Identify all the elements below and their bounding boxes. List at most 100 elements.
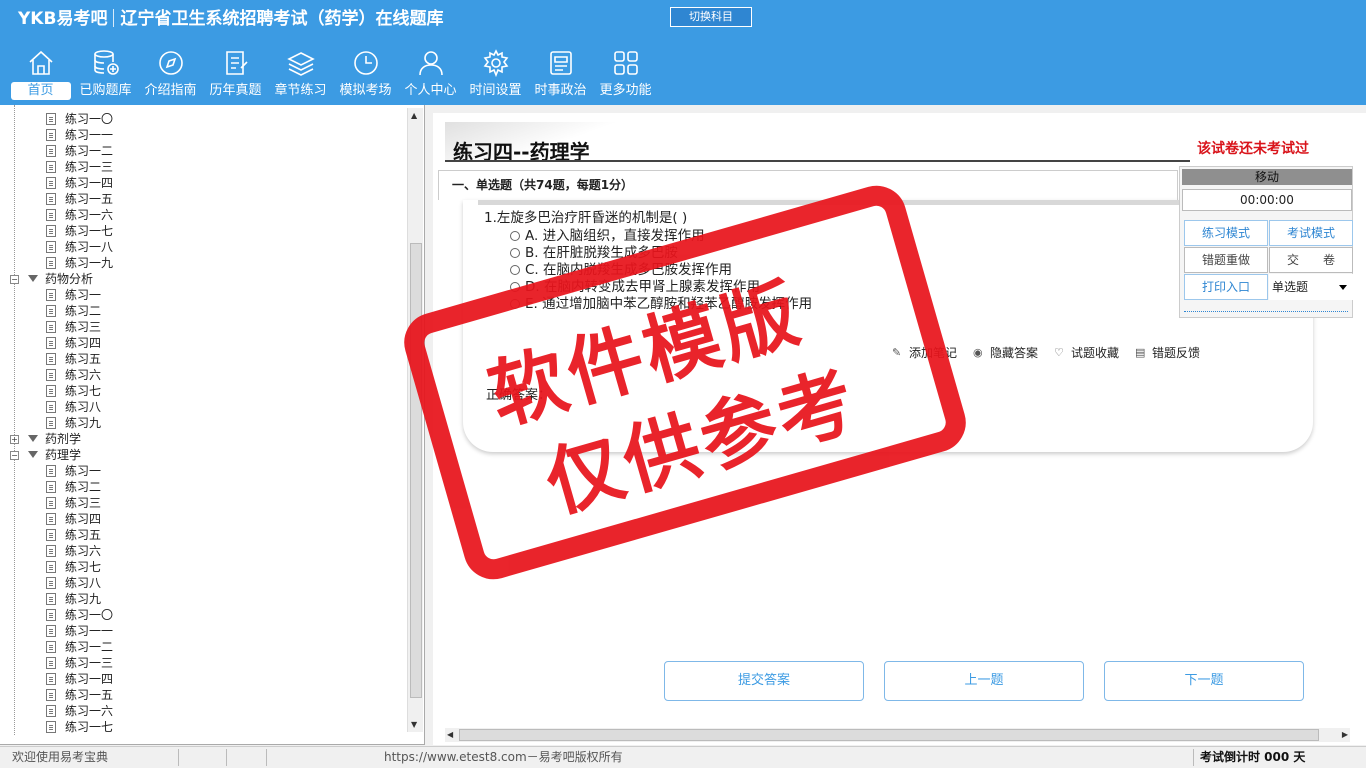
- nav-home[interactable]: 首页: [8, 48, 73, 104]
- nav-purchased[interactable]: 已购题库: [73, 48, 138, 104]
- document-icon: [46, 529, 56, 541]
- tree-label: 练习九: [65, 592, 102, 606]
- tree-item[interactable]: 练习八: [10, 399, 405, 415]
- tree-item[interactable]: 练习一一: [10, 127, 405, 143]
- add-note-button[interactable]: ✎ 添加笔记: [892, 344, 957, 361]
- database-icon: [93, 50, 119, 75]
- tree-item[interactable]: 练习二: [10, 479, 405, 495]
- tree-item[interactable]: 练习四: [10, 335, 405, 351]
- tree-item[interactable]: 练习一二: [10, 639, 405, 655]
- tree-label: 练习一三: [65, 160, 114, 174]
- document-icon: [46, 225, 56, 237]
- nav-current-affairs[interactable]: 时事政治: [528, 48, 593, 104]
- nav-past-exams[interactable]: 历年真题: [203, 48, 268, 104]
- tree-item[interactable]: 练习一九: [10, 255, 405, 271]
- folder-icon: [28, 451, 38, 458]
- print-button[interactable]: 打印入口: [1184, 274, 1268, 300]
- tree-item[interactable]: 练习一六: [10, 703, 405, 719]
- question-type-select[interactable]: 单选题: [1269, 274, 1353, 300]
- document-icon: [46, 257, 56, 269]
- exam-mode-button[interactable]: 考试模式: [1269, 220, 1353, 246]
- tree-item[interactable]: 练习一四: [10, 671, 405, 687]
- radio-icon[interactable]: [510, 231, 520, 241]
- prev-question-button[interactable]: 上一题: [884, 661, 1084, 701]
- tool-label: 隐藏答案: [990, 346, 1039, 360]
- home-icon: [28, 50, 53, 75]
- tree-item[interactable]: 练习一: [10, 463, 405, 479]
- content-scroll-thumb[interactable]: [459, 729, 1319, 741]
- option-e[interactable]: E. 通过增加脑中苯乙醇胺和羟苯乙醇胺发挥作用: [510, 292, 812, 312]
- tree-item[interactable]: 练习一一: [10, 623, 405, 639]
- tree-item[interactable]: 练习一七: [10, 223, 405, 239]
- scroll-left-icon[interactable]: ◀: [447, 730, 453, 739]
- tree-item[interactable]: 练习一七: [10, 719, 405, 735]
- tree-item[interactable]: 练习七: [10, 559, 405, 575]
- hide-answer-button[interactable]: ◉ 隐藏答案: [973, 344, 1038, 361]
- tree-item[interactable]: 练习一四: [10, 175, 405, 191]
- tree-item[interactable]: 练习一六: [10, 207, 405, 223]
- next-question-button[interactable]: 下一题: [1104, 661, 1304, 701]
- nav-guide[interactable]: 介绍指南: [138, 48, 203, 104]
- tree-category[interactable]: − 药理学: [10, 447, 405, 463]
- tree-item[interactable]: 练习一五: [10, 687, 405, 703]
- feedback-button[interactable]: ▤ 错题反馈: [1135, 344, 1200, 361]
- tree-item[interactable]: 练习八: [10, 575, 405, 591]
- tree-item[interactable]: 练习二: [10, 303, 405, 319]
- tree-item[interactable]: 练习一八: [10, 239, 405, 255]
- nav-label: 时事政治: [534, 83, 587, 98]
- tree-item[interactable]: 练习六: [10, 543, 405, 559]
- content-hscrollbar[interactable]: ◀ ▶: [445, 728, 1350, 742]
- tree-category[interactable]: + 药剂学: [10, 431, 405, 447]
- submit-paper-button[interactable]: 交 卷: [1269, 247, 1353, 273]
- section-title: 一、单选题（共74题，每题1分）: [452, 178, 634, 192]
- tree-item[interactable]: 练习九: [10, 415, 405, 431]
- favorite-button[interactable]: ♡ 试题收藏: [1054, 344, 1119, 361]
- app-header: YKB易考吧 辽宁省卫生系统招聘考试（药学）在线题库 切换科目 首页 已购题库 介…: [0, 0, 1366, 105]
- tree-item[interactable]: 练习九: [10, 591, 405, 607]
- chapter-tree: 练习一〇 练习一一 练习一二 练习一三 练习一四 练习一五 练习一六 练习一七 练习一八 练习一九…: [0, 105, 425, 745]
- tree-item[interactable]: 练习一二: [10, 143, 405, 159]
- tree-item[interactable]: 练习四: [10, 511, 405, 527]
- nav-mock-exam[interactable]: 模拟考场: [333, 48, 398, 104]
- scroll-up-icon[interactable]: ▲: [411, 111, 417, 120]
- nav-more[interactable]: 更多功能: [593, 48, 658, 104]
- document-icon: [46, 113, 56, 125]
- welcome-text: 欢迎使用易考宝典: [12, 750, 109, 764]
- tree-item[interactable]: 练习一三: [10, 655, 405, 671]
- radio-icon[interactable]: [510, 265, 520, 275]
- collapse-icon[interactable]: −: [10, 275, 19, 284]
- switch-subject-button[interactable]: 切换科目: [670, 7, 752, 27]
- document-icon: [46, 673, 56, 685]
- tree-item[interactable]: 练习一: [10, 287, 405, 303]
- nav-chapter-practice[interactable]: 章节练习: [268, 48, 333, 104]
- scroll-right-icon[interactable]: ▶: [1342, 730, 1348, 739]
- redo-wrong-button[interactable]: 错题重做: [1184, 247, 1268, 273]
- answer-label: 正确答案：: [486, 388, 552, 403]
- tree-item[interactable]: 练习一〇: [10, 111, 405, 127]
- nav-time-settings[interactable]: 时间设置: [463, 48, 528, 104]
- collapse-icon[interactable]: −: [10, 451, 19, 460]
- tree-category[interactable]: − 药物分析: [10, 271, 405, 287]
- tree-item[interactable]: 练习一五: [10, 191, 405, 207]
- tree-label: 药理学: [45, 448, 82, 462]
- expand-icon[interactable]: +: [10, 435, 19, 444]
- scroll-down-icon[interactable]: ▼: [411, 720, 417, 729]
- tree-item[interactable]: 练习五: [10, 527, 405, 543]
- tree-item[interactable]: 练习五: [10, 351, 405, 367]
- tree-scrollbar[interactable]: ▲ ▼: [407, 108, 423, 732]
- practice-mode-button[interactable]: 练习模式: [1184, 220, 1268, 246]
- tree-item[interactable]: 练习七: [10, 383, 405, 399]
- radio-icon[interactable]: [510, 248, 520, 258]
- option-label: E. 通过增加脑中苯乙醇胺和羟苯乙醇胺发挥作用: [525, 296, 813, 312]
- nav-personal-center[interactable]: 个人中心: [398, 48, 463, 104]
- tree-item[interactable]: 练习三: [10, 495, 405, 511]
- radio-icon[interactable]: [510, 282, 520, 292]
- tree-item[interactable]: 练习六: [10, 367, 405, 383]
- tree-item[interactable]: 练习一〇: [10, 607, 405, 623]
- submit-answer-button[interactable]: 提交答案: [664, 661, 864, 701]
- tree-scroll-thumb[interactable]: [410, 243, 422, 698]
- tree-item[interactable]: 练习三: [10, 319, 405, 335]
- panel-move-handle[interactable]: 移动: [1182, 169, 1352, 185]
- radio-icon[interactable]: [510, 299, 520, 309]
- tree-item[interactable]: 练习一三: [10, 159, 405, 175]
